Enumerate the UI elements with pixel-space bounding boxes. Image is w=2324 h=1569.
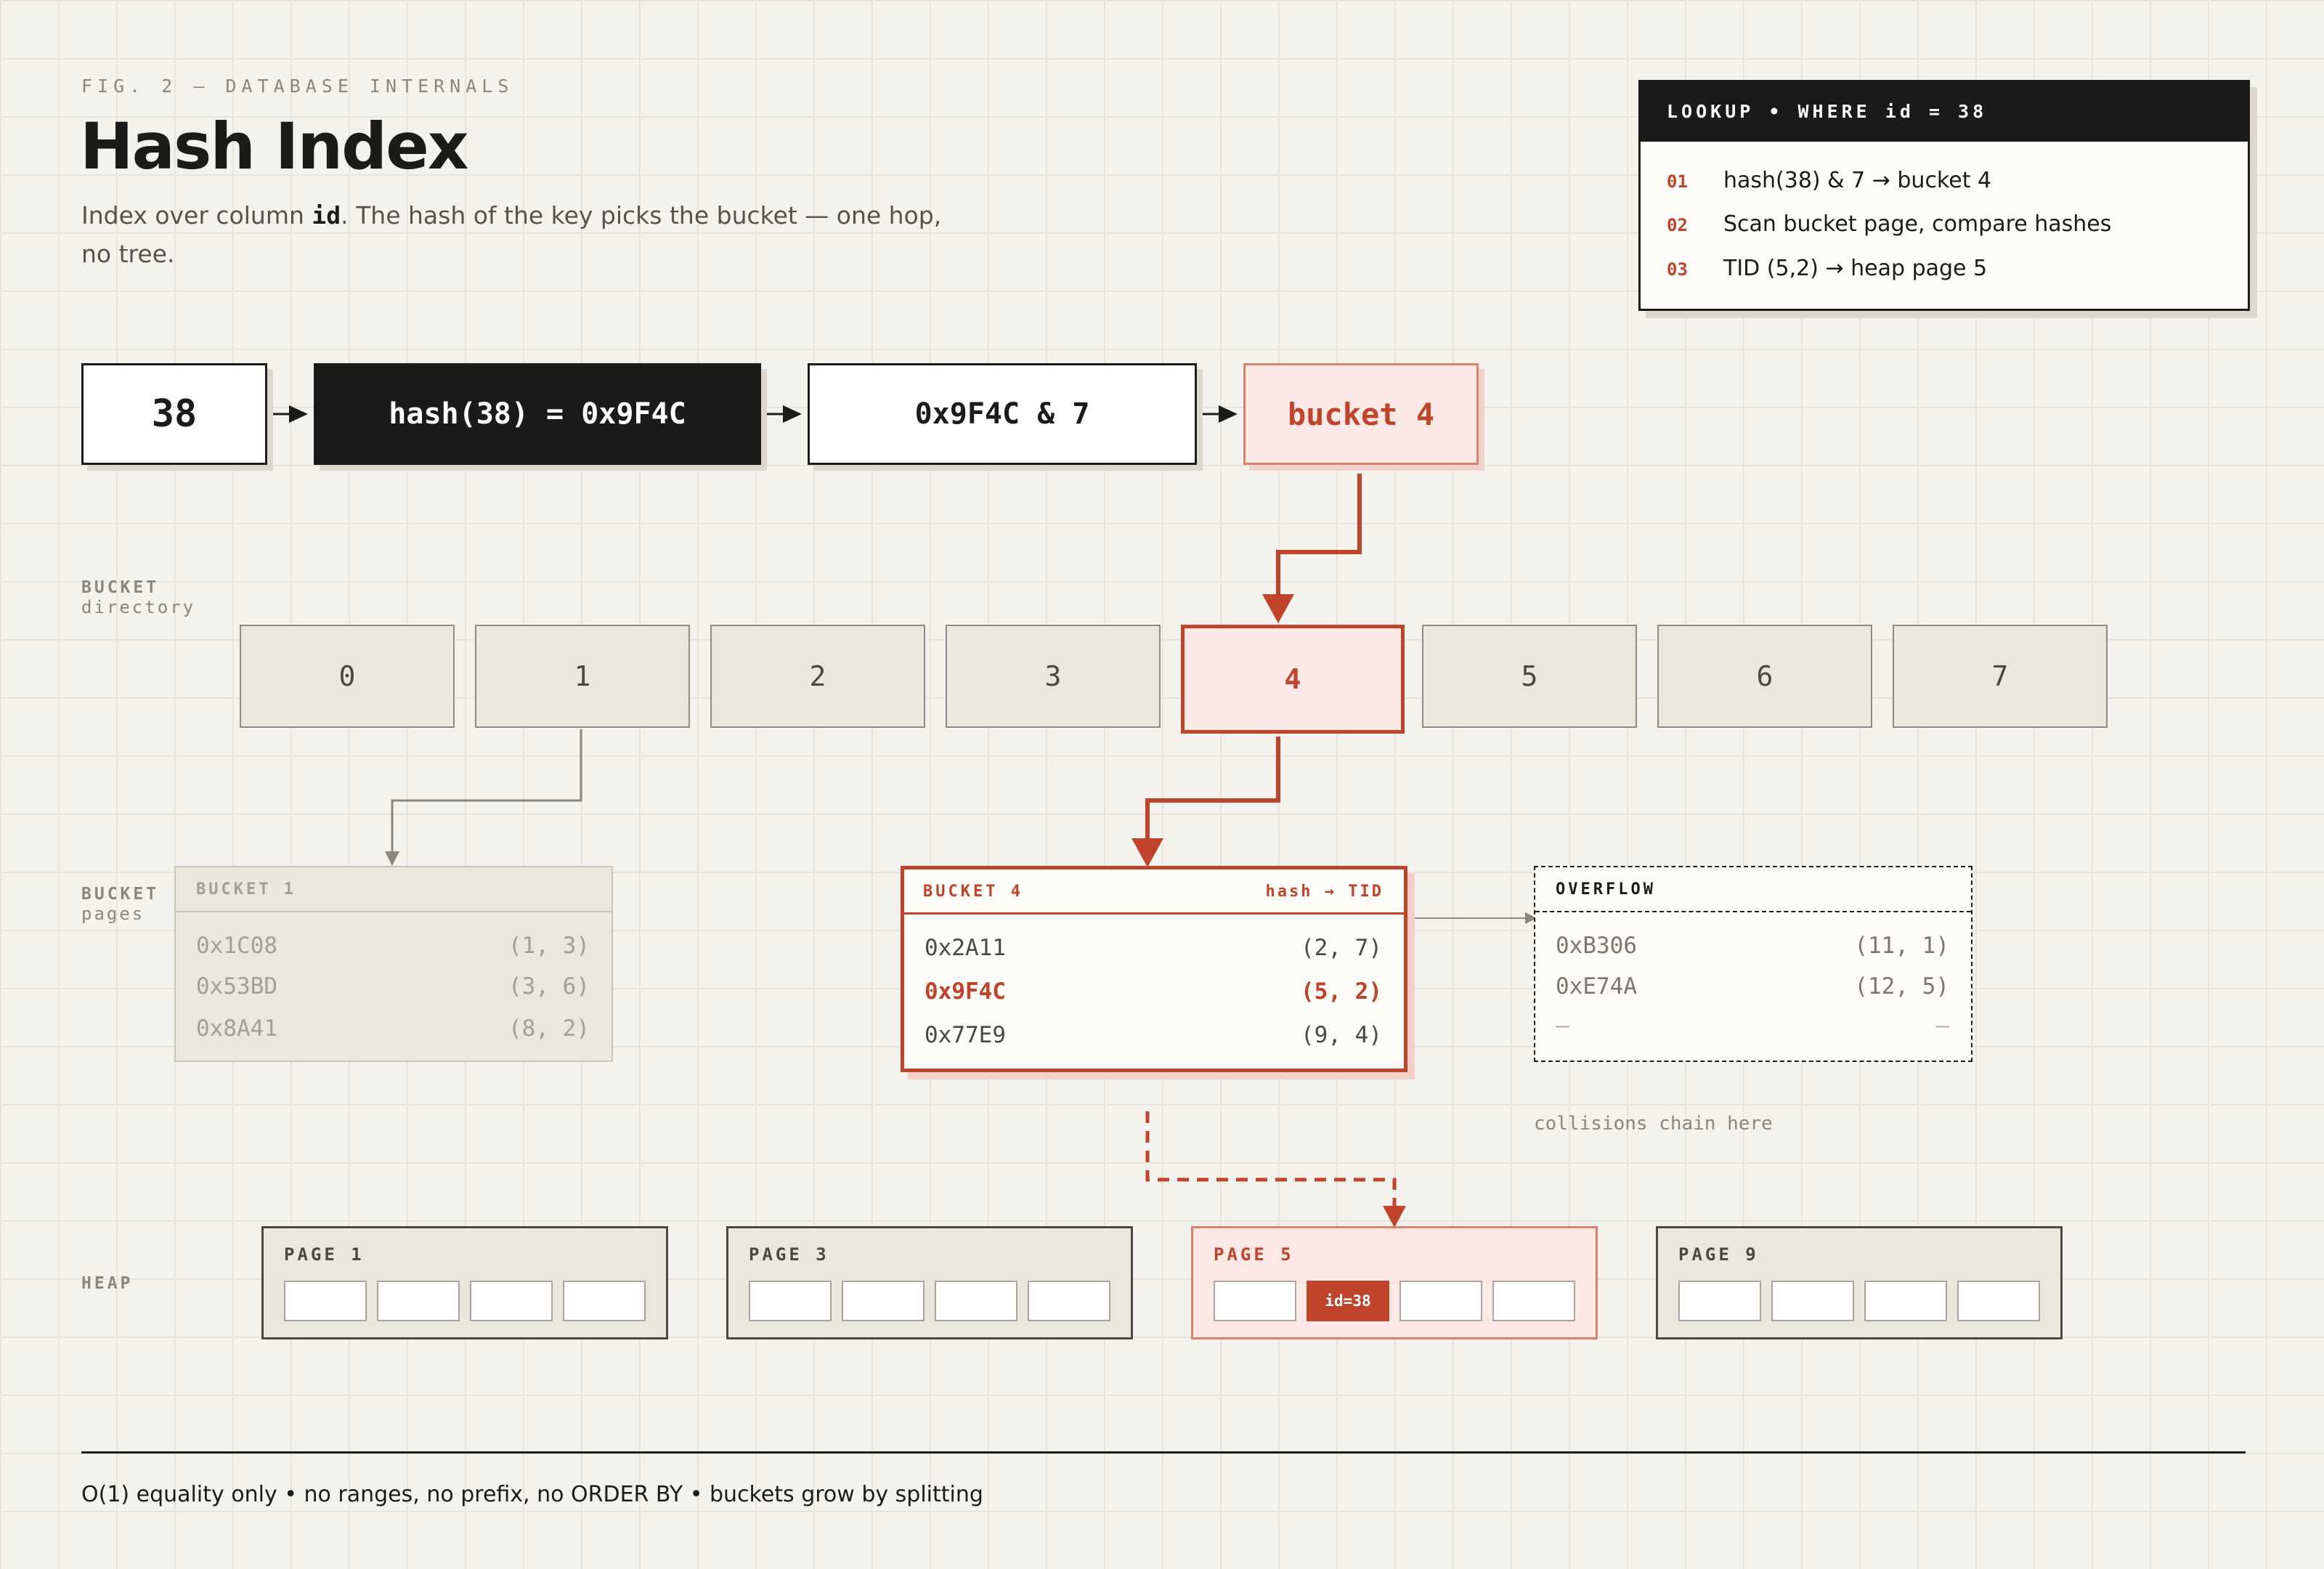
heap-page-label: PAGE 3 [749, 1244, 829, 1265]
row-tid: — [1935, 1013, 1949, 1039]
directory-slot: 7 [1893, 625, 2108, 728]
heap-page: PAGE 9 [1656, 1226, 2063, 1339]
heap-slot [935, 1281, 1017, 1321]
heap-page-label: PAGE 1 [284, 1244, 365, 1265]
row-tid: (1, 3) [508, 933, 590, 959]
heap-page-label: PAGE 9 [1678, 1244, 1759, 1265]
heap-slot [284, 1281, 367, 1321]
directory-slot-active: 4 [1181, 625, 1405, 734]
heap-page-label: PAGE 5 [1214, 1244, 1294, 1265]
section-label-directory: BUCKET directory [81, 578, 195, 617]
directory-to-bucket4-arrowhead [1131, 838, 1163, 867]
bucket-to-directory-connector [1276, 474, 1362, 604]
heap-slot [563, 1281, 646, 1321]
directory-to-bucket1-arrowhead [385, 851, 399, 866]
heap-slot [470, 1281, 553, 1321]
row-tid: (12, 5) [1854, 973, 1949, 1000]
flow-arrow-head [783, 405, 802, 423]
bucket-to-directory-arrowhead [1262, 594, 1294, 623]
section-label-line: HEAP [81, 1274, 134, 1293]
directory-to-bucket1-connector [391, 729, 582, 856]
table-row: 0x8A41 (8, 2) [196, 1015, 590, 1042]
heap-page: PAGE 3 [726, 1226, 1133, 1339]
row-tid: (2, 7) [1301, 935, 1382, 961]
heap-slot [1864, 1281, 1947, 1321]
heap-slot-match: id=38 [1307, 1281, 1389, 1321]
heap-slot [1214, 1281, 1296, 1321]
row-hash: 0x9F4C [925, 978, 1006, 1005]
flow-arrow-head [289, 405, 308, 423]
directory-slot: 1 [475, 625, 690, 728]
heap-page-target: PAGE 5 id=38 [1191, 1226, 1598, 1339]
heap-slot [1957, 1281, 2040, 1321]
row-hash: 0x53BD [196, 973, 277, 1000]
heap-slot [377, 1281, 460, 1321]
footer-divider [81, 1451, 2246, 1454]
directory-slot: 6 [1657, 625, 1872, 728]
overflow-title: OVERFLOW [1535, 867, 1971, 912]
table-row: 0x53BD (3, 6) [196, 973, 590, 1000]
directory-to-bucket4-connector [1145, 737, 1280, 848]
row-hash: 0x2A11 [925, 935, 1006, 961]
bucket-4-legend: hash → TID [1265, 883, 1384, 901]
bucket-result-box: bucket 4 [1243, 363, 1479, 465]
directory-slot: 5 [1422, 625, 1637, 728]
section-label-heap: HEAP [81, 1274, 133, 1293]
bucket-4-title: BUCKET 4 [923, 883, 1023, 901]
directory-slot: 0 [240, 625, 455, 728]
heap-slot [1492, 1281, 1575, 1321]
section-label-line: pages [81, 904, 145, 924]
bucket-1-title: BUCKET 1 [176, 867, 612, 912]
section-label-line: directory [81, 597, 196, 617]
overflow-note: collisions chain here [1534, 1113, 1773, 1135]
tid-to-heap-connector [1145, 1111, 1397, 1215]
directory-slot: 3 [946, 625, 1161, 728]
mask-box: 0x9F4C & 7 [808, 363, 1197, 465]
row-hash: 0x77E9 [925, 1022, 1006, 1048]
section-label-line: BUCKET [81, 885, 160, 904]
row-tid: (9, 4) [1301, 1022, 1382, 1048]
section-label-line: BUCKET [81, 578, 160, 597]
heap-slot [842, 1281, 925, 1321]
heap-slot [1028, 1281, 1110, 1321]
table-row-match: 0x9F4C (5, 2) [925, 978, 1382, 1005]
heap-slot [1678, 1281, 1761, 1321]
heap-page: PAGE 1 [261, 1226, 668, 1339]
table-row: 0x77E9 (9, 4) [925, 1022, 1382, 1048]
row-hash: 0xE74A [1556, 973, 1637, 1000]
row-hash: — [1556, 1013, 1569, 1039]
table-row-empty: — — [1556, 1013, 1949, 1039]
bucket-1-page: BUCKET 1 0x1C08 (1, 3) 0x53BD (3, 6) 0x8A4… [174, 866, 613, 1062]
row-hash: 0xB306 [1556, 933, 1637, 959]
overflow-page: OVERFLOW 0xB306 (11, 1) 0xE74A (12, 5) — — [1534, 866, 1972, 1062]
hash-box: hash(38) = 0x9F4C [314, 363, 761, 465]
row-tid: (11, 1) [1854, 933, 1949, 959]
table-row: 0x1C08 (1, 3) [196, 933, 590, 959]
heap-slot [1771, 1281, 1854, 1321]
table-row: 0xB306 (11, 1) [1556, 933, 1949, 959]
footer-note: O(1) equality only • no ranges, no prefi… [81, 1482, 983, 1507]
heap-slot [749, 1281, 832, 1321]
row-tid: (8, 2) [508, 1015, 590, 1042]
row-tid: (3, 6) [508, 973, 590, 1000]
directory-slot: 2 [710, 625, 925, 728]
row-hash: 0x1C08 [196, 933, 277, 959]
section-label-pages: BUCKET pages [81, 885, 159, 924]
bucket-4-header: BUCKET 4 hash → TID [904, 869, 1404, 915]
tid-to-heap-arrowhead [1383, 1206, 1406, 1228]
key-box: 38 [81, 363, 267, 465]
row-hash: 0x8A41 [196, 1015, 277, 1042]
heap-slot [1399, 1281, 1482, 1321]
flow-arrow-head [1219, 405, 1238, 423]
table-row: 0x2A11 (2, 7) [925, 935, 1382, 961]
bucket-4-page: BUCKET 4 hash → TID 0x2A11 (2, 7) 0x9F4C (… [901, 866, 1407, 1072]
row-tid: (5, 2) [1301, 978, 1382, 1005]
table-row: 0xE74A (12, 5) [1556, 973, 1949, 1000]
